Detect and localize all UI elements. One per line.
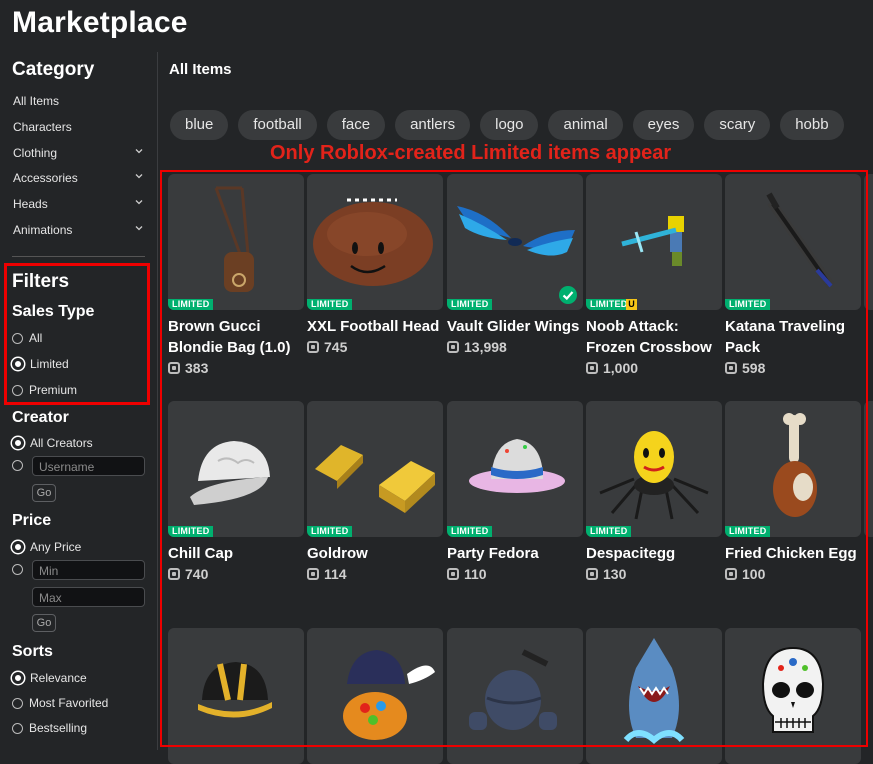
creator-label: Creator [12, 409, 69, 426]
chip-animal[interactable]: animal [548, 110, 623, 140]
radio-button-selected[interactable] [12, 672, 24, 684]
category-characters[interactable]: Characters [13, 120, 145, 134]
chip-eyes[interactable]: eyes [632, 110, 695, 140]
chip-blue[interactable]: blue [170, 110, 229, 140]
creator-all-creators[interactable]: All Creators [12, 436, 93, 450]
creator-username-option[interactable] [12, 460, 23, 471]
creator-go-button[interactable]: Go [32, 484, 56, 502]
category-all-items[interactable]: All Items [13, 94, 145, 108]
radio-button[interactable] [12, 460, 23, 471]
category-animations[interactable]: Animations [13, 223, 145, 237]
annotation-text: Only Roblox-created Limited items appear [270, 142, 672, 164]
sidebar-divider [12, 256, 145, 257]
category-heading: Category [12, 59, 95, 80]
sidebar-divider-vertical [157, 52, 158, 750]
sort-relevance[interactable]: Relevance [12, 671, 87, 685]
page-title: Marketplace [12, 6, 188, 39]
price-min-input[interactable]: Min [32, 560, 145, 580]
sort-most-favorited[interactable]: Most Favorited [12, 696, 108, 710]
chip-football[interactable]: football [238, 110, 317, 140]
price-max-input[interactable]: Max [32, 587, 145, 607]
username-input[interactable]: Username [32, 456, 145, 476]
category-clothing[interactable]: Clothing [13, 146, 145, 160]
chip-antlers[interactable]: antlers [395, 110, 471, 140]
price-go-button[interactable]: Go [32, 614, 56, 632]
chip-hobby[interactable]: hobb [780, 110, 844, 140]
chevron-down-icon [135, 200, 143, 205]
chip-logo[interactable]: logo [480, 110, 539, 140]
radio-button[interactable] [12, 697, 23, 709]
price-any[interactable]: Any Price [12, 540, 81, 554]
radio-button[interactable] [12, 564, 23, 575]
chevron-down-icon [135, 226, 143, 231]
radio-button-selected[interactable] [12, 541, 24, 553]
chevron-down-icon [135, 174, 143, 179]
filters-highlight-box [4, 263, 150, 405]
chip-face[interactable]: face [326, 110, 386, 140]
section-title: All Items [169, 61, 232, 78]
keyword-chips: blue football face antlers logo animal e… [170, 110, 844, 140]
price-range-option[interactable] [12, 564, 23, 575]
price-label: Price [12, 512, 52, 529]
category-accessories[interactable]: Accessories [13, 171, 145, 185]
sorts-label: Sorts [12, 643, 53, 660]
radio-button-selected[interactable] [12, 437, 24, 449]
radio-button[interactable] [12, 722, 23, 734]
chip-scary[interactable]: scary [704, 110, 771, 140]
sort-bestselling[interactable]: Bestselling [12, 721, 87, 735]
chevron-down-icon [135, 149, 143, 154]
category-heads[interactable]: Heads [13, 197, 145, 211]
results-highlight-box [160, 170, 868, 747]
